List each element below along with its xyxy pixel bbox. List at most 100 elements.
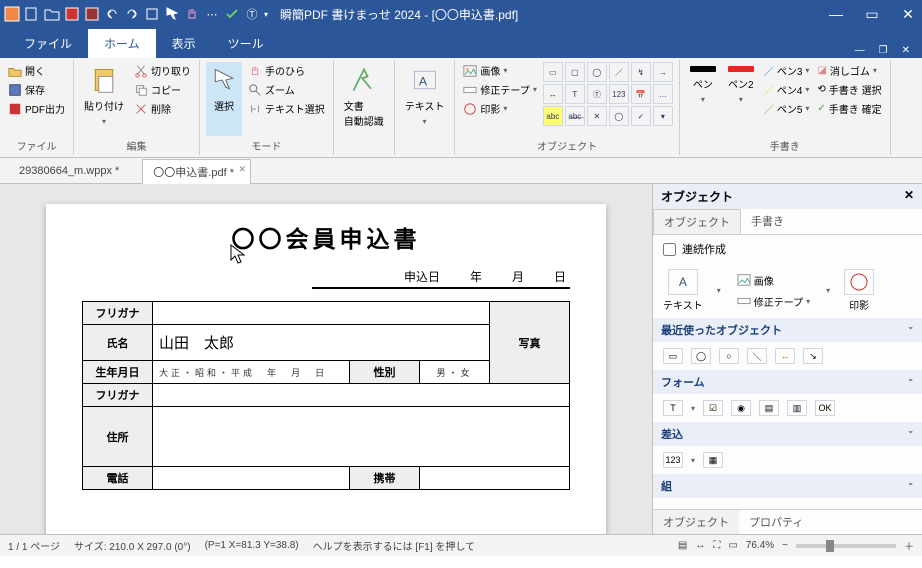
text-object-button[interactable]: A テキスト▾ [401,62,449,153]
pen4-button[interactable]: ／ペン4▾ [762,81,812,98]
form-button-icon[interactable]: OK [815,400,835,416]
cell-sexv[interactable]: 男・女 [420,361,490,384]
sp-section-merge[interactable]: 差込⌄ [653,422,922,446]
side-panel-close-icon[interactable]: ✕ [904,188,914,205]
qat-text-icon[interactable]: Ⓣ [244,6,260,22]
shape-textbox-icon[interactable]: T [565,84,585,104]
form-check-icon[interactable]: ☑ [703,400,723,416]
continuous-create-checkbox[interactable] [663,243,676,256]
name-value[interactable]: 山田 太郎 [153,325,490,361]
status-width-icon[interactable]: ↔ [695,540,705,551]
shape-circle-mark-icon[interactable]: ◯ [609,106,629,126]
zoom-mode-button[interactable]: ズーム [246,81,327,98]
doc-tab-1[interactable]: 29380664_m.wppx * [8,160,136,182]
shape-rect-icon[interactable]: ▭ [543,62,563,82]
doc-tab-2[interactable]: 〇〇申込書.pdf *✕ [142,159,251,185]
form-list-icon[interactable]: ▤ [759,400,779,416]
merge-field-icon[interactable]: 123 [663,452,683,468]
hand-mode-button[interactable]: 手のひら [246,62,327,79]
canvas[interactable]: 〇〇会員申込書 申込日年月日 フリガナ写真 氏名山田 太郎 生年月日大正・昭和・… [0,184,652,534]
cell-mobile-val[interactable] [420,467,570,490]
side-tab-handwriting[interactable]: 手書き [741,209,794,234]
mdi-close-button[interactable]: ✕ [898,43,914,58]
window-minimize-button[interactable]: — [826,6,846,23]
status-view-icon[interactable]: ▤ [678,540,687,551]
sp-text-button[interactable]: Aテキスト [663,269,703,312]
pen2-button[interactable]: ペン2▾ [724,62,758,136]
paste-button[interactable]: 貼り付け▾ [80,62,128,136]
shape-oval-icon[interactable]: ◯ [587,62,607,82]
zoom-in-button[interactable]: ＋ [904,538,914,553]
side-bottom-tab-property[interactable]: プロパティ [739,510,813,534]
qat-pdf-icon[interactable] [84,6,100,22]
pen3-button[interactable]: ／ペン3▾ [762,62,812,79]
window-maximize-button[interactable]: ▭ [862,6,882,23]
pen-button[interactable]: ペン▾ [686,62,720,136]
image-object-button[interactable]: 画像▾ [461,62,538,79]
delete-button[interactable]: 削除 [132,100,193,117]
side-bottom-tab-object[interactable]: オブジェクト [653,510,739,534]
menu-home[interactable]: ホーム [88,29,156,58]
sp-tape-button[interactable]: 修正テープ▾ [735,293,812,310]
cut-button[interactable]: 切り取り [132,62,193,79]
form-text-icon[interactable]: T [663,400,683,416]
cell-addr-val[interactable] [153,407,570,467]
status-page-icon[interactable]: ▭ [728,540,737,551]
recent-circle-icon[interactable]: ○ [719,348,739,364]
text-select-mode-button[interactable]: テキスト選択 [246,100,327,117]
qat-paste-icon[interactable] [144,6,160,22]
recent-line-icon[interactable]: ＼ [747,348,767,364]
qat-undo-icon[interactable] [104,6,120,22]
sp-image-button[interactable]: 画像 [735,272,812,289]
hw-select-button[interactable]: ⟲手書き 選択 [815,81,883,98]
qat-redo-icon[interactable] [124,6,140,22]
form-radio-icon[interactable]: ◉ [731,400,751,416]
qat-save-icon[interactable] [64,6,80,22]
qat-hand-icon[interactable] [184,6,200,22]
copy-button[interactable]: コピー [132,81,193,98]
mdi-restore-button[interactable]: ❐ [875,43,892,58]
tape-object-button[interactable]: 修正テープ▾ [461,81,538,98]
shape-roundrect-icon[interactable]: ▢ [565,62,585,82]
shape-etc-icon[interactable]: … [653,84,673,104]
zoom-slider[interactable] [796,544,896,548]
stamp-object-button[interactable]: 印影▾ [461,100,538,117]
select-mode-button[interactable]: 選択 [206,62,242,136]
recent-measure-icon[interactable]: ↔ [775,348,795,364]
qat-pointer-icon[interactable] [164,6,180,22]
shape-palette[interactable]: ▭▢◯／↯→ ↔TⓉ123📅… abca̶b̶c̶✕◯✓▾ [543,62,673,136]
status-fit-icon[interactable]: ⛶ [713,540,720,551]
open-button[interactable]: 開く [6,62,67,79]
pen5-button[interactable]: ／ペン5▾ [762,100,812,117]
cell-furigana2-val[interactable] [153,384,570,407]
sp-section-recent[interactable]: 最近使ったオブジェクト⌄ [653,318,922,342]
shape-cross-icon[interactable]: ✕ [587,106,607,126]
shape-arrow-icon[interactable]: → [653,62,673,82]
recent-oval-icon[interactable]: ◯ [691,348,711,364]
shape-highlight-icon[interactable]: abc [543,106,563,126]
menu-view[interactable]: 表示 [156,29,212,58]
qat-new-icon[interactable] [24,6,40,22]
sp-section-form[interactable]: フォーム⌄ [653,370,922,394]
mdi-minimize-button[interactable]: — [851,43,869,58]
shape-more-icon[interactable]: ▾ [653,106,673,126]
sp-stamp-button[interactable]: 印影 [844,269,874,312]
save-button[interactable]: 保存 [6,81,67,98]
sp-section-group[interactable]: 組⌄ [653,474,922,498]
recent-rect-icon[interactable]: ▭ [663,348,683,364]
close-tab-icon[interactable]: ✕ [238,164,246,175]
shape-polyline-icon[interactable]: ↯ [631,62,651,82]
auto-recognize-button[interactable]: 文書 自動認識 [340,62,388,153]
side-tab-object[interactable]: オブジェクト [653,209,741,234]
shape-check-icon[interactable]: ✓ [631,106,651,126]
shape-t2-icon[interactable]: Ⓣ [587,84,607,104]
menu-tool[interactable]: ツール [212,29,280,58]
eraser-button[interactable]: ◪消しゴム▾ [815,62,883,79]
shape-date-icon[interactable]: 📅 [631,84,651,104]
form-combo-icon[interactable]: ▥ [787,400,807,416]
shape-measure-icon[interactable]: ↔ [543,84,563,104]
qat-open-icon[interactable] [44,6,60,22]
hw-fix-button[interactable]: ✓手書き 確定 [815,100,883,117]
shape-line-icon[interactable]: ／ [609,62,629,82]
menu-file[interactable]: ファイル [8,29,88,58]
